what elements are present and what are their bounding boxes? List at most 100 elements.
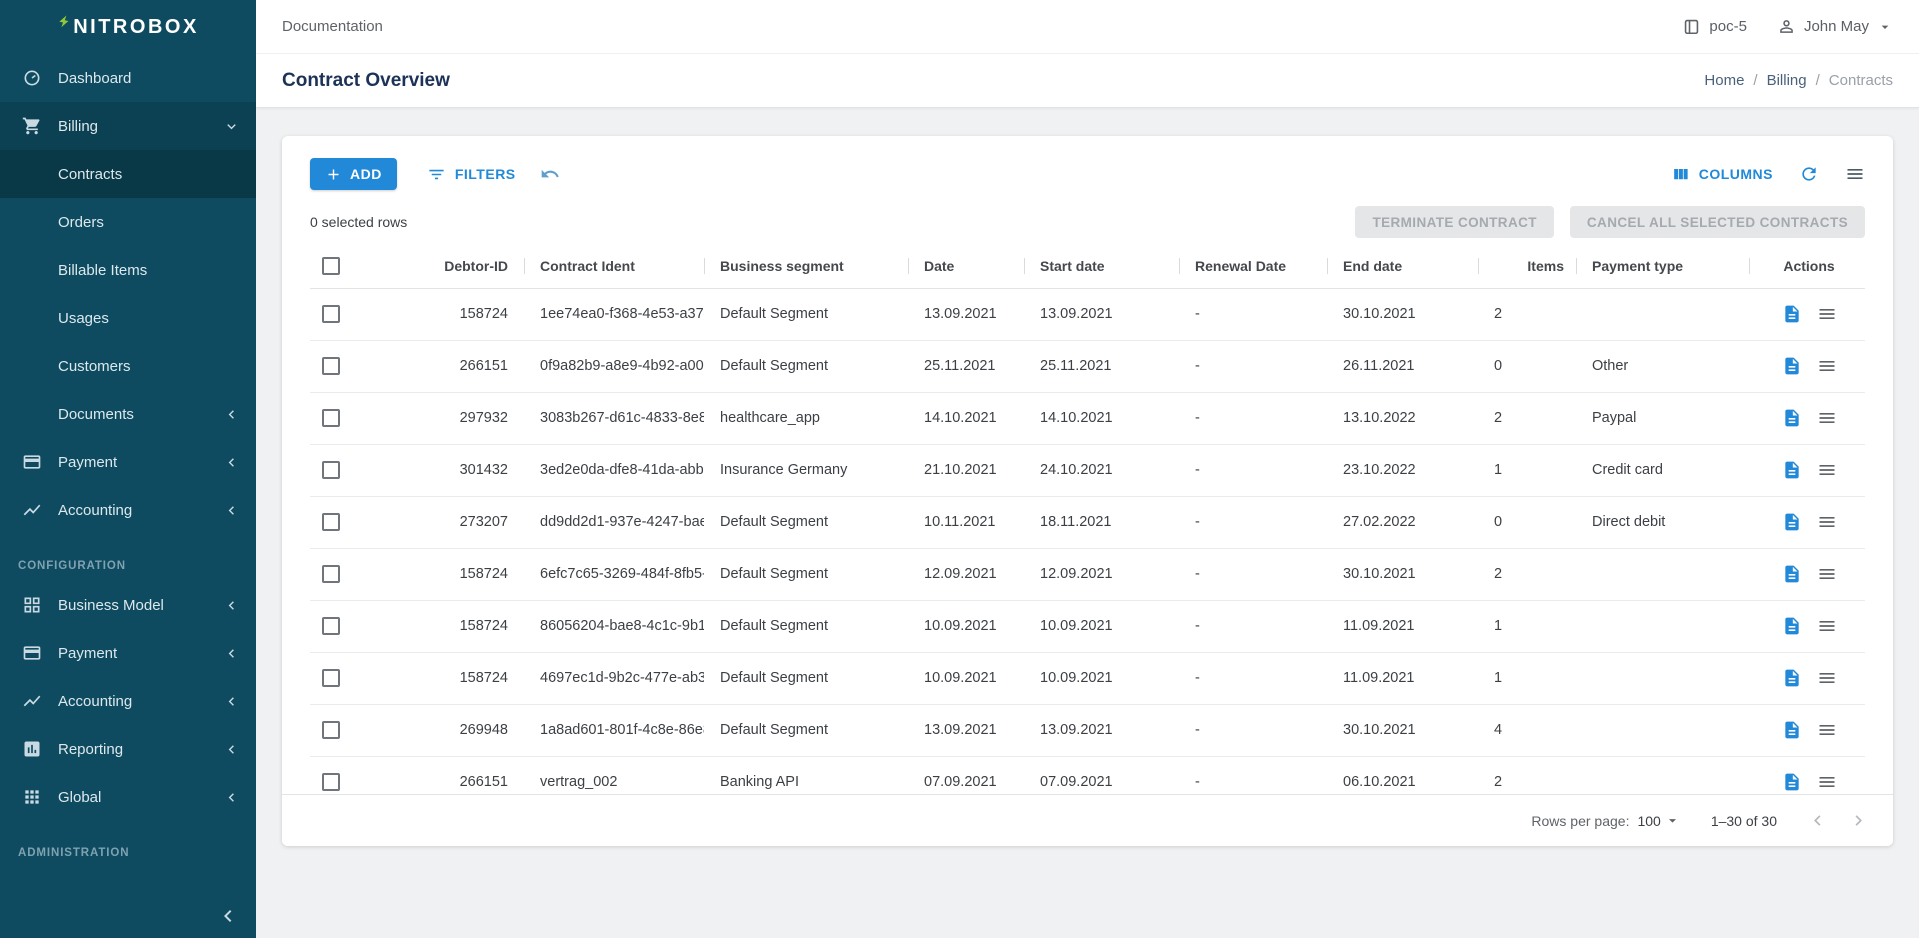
column-header-items[interactable]: Items: [1478, 244, 1576, 288]
sidebar-item-payment[interactable]: Payment: [0, 438, 256, 486]
contract-document-button[interactable]: [1782, 668, 1802, 688]
cell-items: 0: [1478, 340, 1576, 392]
cell-checkbox: [310, 704, 374, 756]
cancel-all-selected-button[interactable]: CANCEL ALL SELECTED CONTRACTS: [1570, 206, 1865, 238]
sidebar-collapse-button[interactable]: [216, 904, 240, 928]
plus-icon: [325, 166, 342, 183]
row-menu-button[interactable]: [1817, 304, 1837, 324]
sidebar-item-label: Global: [58, 789, 101, 806]
reset-filters-button[interactable]: [540, 164, 560, 184]
sidebar-item-accounting[interactable]: Accounting: [0, 486, 256, 534]
sidebar-item-dashboard[interactable]: Dashboard: [0, 54, 256, 102]
column-header-start_date[interactable]: Start date: [1024, 244, 1179, 288]
payment-icon: [22, 452, 42, 472]
document-icon: [1782, 668, 1802, 688]
contract-document-button[interactable]: [1782, 304, 1802, 324]
row-menu-button[interactable]: [1817, 356, 1837, 376]
column-header-actions[interactable]: Actions: [1749, 244, 1865, 288]
contract-document-button[interactable]: [1782, 512, 1802, 532]
cell-debtor_id: 158724: [374, 548, 524, 600]
column-header-business_segment[interactable]: Business segment: [704, 244, 908, 288]
document-icon: [1782, 720, 1802, 740]
sidebar-item-business-model[interactable]: Business Model: [0, 581, 256, 629]
sidebar-item-customers[interactable]: Customers: [0, 342, 256, 390]
add-contract-button[interactable]: ADD: [310, 158, 397, 190]
sidebar-item-global[interactable]: Global: [0, 773, 256, 821]
column-header-debtor_id[interactable]: Debtor-ID: [374, 244, 524, 288]
terminate-contract-button[interactable]: TERMINATE CONTRACT: [1355, 206, 1553, 238]
filter-icon: [427, 165, 446, 184]
row-checkbox[interactable]: [322, 617, 340, 635]
sidebar-item-label: Reporting: [58, 741, 123, 758]
row-menu-button[interactable]: [1817, 616, 1837, 636]
cell-checkbox: [310, 288, 374, 340]
columns-button[interactable]: COLUMNS: [1671, 165, 1773, 184]
sidebar-section-administration: ADMINISTRATION: [0, 821, 256, 868]
row-menu-button[interactable]: [1817, 772, 1837, 792]
row-checkbox[interactable]: [322, 513, 340, 531]
page-header-bar: Contract Overview Home / Billing / Contr…: [256, 54, 1919, 108]
sidebar-item-billable-items[interactable]: Billable Items: [0, 246, 256, 294]
column-header-end_date[interactable]: End date: [1327, 244, 1478, 288]
select-all-checkbox[interactable]: [322, 257, 340, 275]
sidebar-item-accounting[interactable]: Accounting: [0, 677, 256, 725]
row-checkbox[interactable]: [322, 461, 340, 479]
sidebar-item-billing[interactable]: Billing: [0, 102, 256, 150]
workspace-selector[interactable]: poc-5: [1682, 17, 1747, 36]
cell-contract_ident: 1a8ad601-801f-4c8e-86e8-: [524, 704, 704, 756]
row-checkbox[interactable]: [322, 305, 340, 323]
refresh-button[interactable]: [1799, 164, 1819, 184]
cell-contract_ident: 4697ec1d-9b2c-477e-ab38: [524, 652, 704, 704]
row-checkbox[interactable]: [322, 669, 340, 687]
sidebar-item-reporting[interactable]: Reporting: [0, 725, 256, 773]
next-page-button[interactable]: [1848, 810, 1869, 831]
cell-actions: [1749, 704, 1865, 756]
cell-payment_type: Credit card: [1576, 444, 1749, 496]
contract-document-button[interactable]: [1782, 616, 1802, 636]
contract-document-button[interactable]: [1782, 772, 1802, 792]
cell-checkbox: [310, 392, 374, 444]
row-checkbox[interactable]: [322, 773, 340, 791]
row-menu-button[interactable]: [1817, 408, 1837, 428]
row-checkbox[interactable]: [322, 357, 340, 375]
sidebar-item-documents[interactable]: Documents: [0, 390, 256, 438]
column-header-contract_ident[interactable]: Contract Ident: [524, 244, 704, 288]
chevron-right-icon: [1848, 810, 1869, 831]
breadcrumb-billing[interactable]: Billing: [1767, 72, 1807, 89]
cell-business_segment: Default Segment: [704, 600, 908, 652]
contract-document-button[interactable]: [1782, 564, 1802, 584]
contract-document-button[interactable]: [1782, 408, 1802, 428]
density-button[interactable]: [1845, 164, 1865, 184]
topbar: Documentation poc-5 John May: [256, 0, 1919, 54]
cell-contract_ident: 3083b267-d61c-4833-8e8c: [524, 392, 704, 444]
sidebar-item-usages[interactable]: Usages: [0, 294, 256, 342]
rows-per-page-select[interactable]: 100: [1637, 812, 1680, 829]
row-checkbox[interactable]: [322, 409, 340, 427]
sidebar-item-contracts[interactable]: Contracts: [0, 150, 256, 198]
previous-page-button[interactable]: [1807, 810, 1828, 831]
row-menu-button[interactable]: [1817, 564, 1837, 584]
row-menu-button[interactable]: [1817, 668, 1837, 688]
contract-document-button[interactable]: [1782, 720, 1802, 740]
row-checkbox[interactable]: [322, 721, 340, 739]
pagination-range: 1–30 of 30: [1711, 813, 1777, 829]
contract-document-button[interactable]: [1782, 356, 1802, 376]
contract-document-button[interactable]: [1782, 460, 1802, 480]
row-menu-button[interactable]: [1817, 460, 1837, 480]
column-header-payment_type[interactable]: Payment type: [1576, 244, 1749, 288]
documentation-link[interactable]: Documentation: [282, 18, 383, 35]
row-checkbox[interactable]: [322, 565, 340, 583]
row-menu-button[interactable]: [1817, 512, 1837, 532]
column-header-renewal_date[interactable]: Renewal Date: [1179, 244, 1327, 288]
cell-business_segment: Default Segment: [704, 548, 908, 600]
row-menu-button[interactable]: [1817, 720, 1837, 740]
user-menu[interactable]: John May: [1777, 17, 1893, 36]
sidebar-item-orders[interactable]: Orders: [0, 198, 256, 246]
filters-button[interactable]: FILTERS: [427, 165, 516, 184]
contracts-card: ADD FILTERS COLUMNS: [282, 136, 1893, 846]
breadcrumb-home[interactable]: Home: [1704, 72, 1744, 89]
sidebar-item-payment[interactable]: Payment: [0, 629, 256, 677]
column-header-date[interactable]: Date: [908, 244, 1024, 288]
cell-end_date: 06.10.2021: [1327, 756, 1478, 794]
cell-payment_type: Paypal: [1576, 392, 1749, 444]
